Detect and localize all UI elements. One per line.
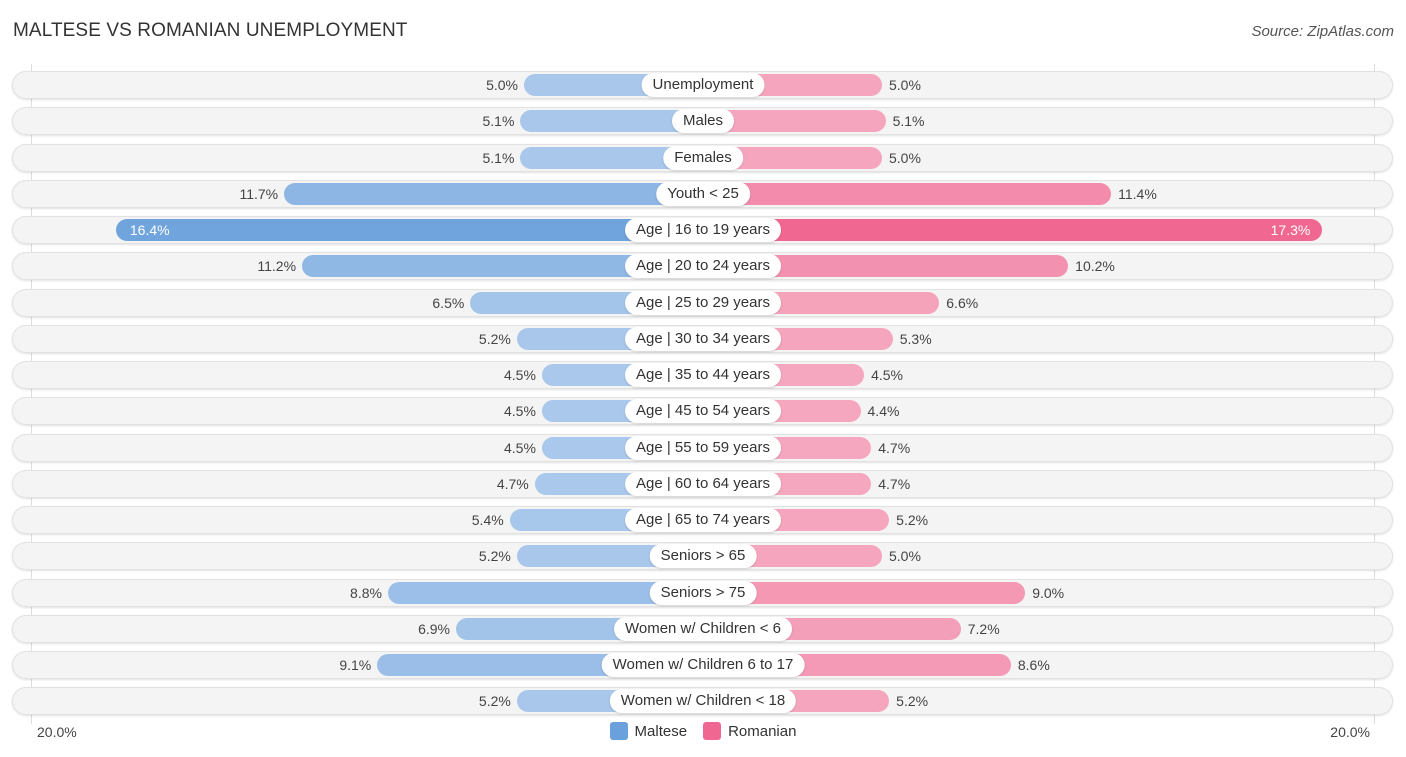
- value-label-maltese: 5.2%: [478, 330, 511, 347]
- category-label: Age | 30 to 34 years: [625, 326, 781, 351]
- value-label-romanian: 7.2%: [967, 620, 1000, 637]
- value-label-maltese: 5.2%: [478, 693, 511, 710]
- value-label-maltese: 6.5%: [432, 294, 465, 311]
- category-label: Females: [663, 145, 743, 170]
- legend-swatch-romanian: [703, 722, 722, 740]
- bar-maltese[interactable]: [115, 219, 703, 241]
- value-label-romanian: 4.7%: [878, 475, 911, 492]
- value-label-maltese: 11.2%: [257, 258, 297, 275]
- value-label-romanian: 4.7%: [878, 439, 911, 456]
- value-label-maltese: 4.5%: [503, 367, 536, 383]
- category-label: Women w/ Children < 6: [613, 616, 793, 641]
- category-label: Age | 55 to 59 years: [625, 435, 781, 460]
- legend-item-maltese[interactable]: Maltese: [609, 722, 688, 740]
- legend-item-romanian[interactable]: Romanian: [703, 722, 796, 740]
- value-label-maltese: 5.1%: [482, 149, 515, 166]
- value-label-maltese: 5.2%: [478, 548, 511, 565]
- value-label-maltese: 9.1%: [339, 657, 372, 673]
- value-label-maltese: 5.4%: [471, 512, 504, 528]
- category-label: Unemployment: [641, 73, 765, 97]
- value-label-romanian: 8.6%: [1017, 657, 1050, 673]
- legend: Maltese Romanian: [0, 722, 1406, 740]
- category-label: Age | 65 to 74 years: [625, 508, 781, 532]
- value-label-romanian: 5.0%: [889, 149, 921, 166]
- value-label-maltese: 11.7%: [239, 185, 279, 202]
- value-label-romanian: 17.3%: [1270, 222, 1311, 238]
- value-label-maltese: 4.5%: [503, 439, 536, 456]
- legend-swatch-maltese: [609, 722, 628, 740]
- category-label: Age | 60 to 64 years: [625, 471, 781, 496]
- category-label: Women w/ Children < 18: [609, 689, 797, 714]
- value-label-maltese: 6.9%: [418, 620, 450, 637]
- value-label-romanian: 5.0%: [889, 77, 921, 93]
- bar-romanian[interactable]: [703, 182, 1112, 205]
- value-label-romanian: 11.4%: [1118, 185, 1157, 202]
- value-label-maltese: 4.7%: [496, 475, 529, 492]
- category-label: Seniors > 65: [649, 544, 757, 569]
- value-label-maltese: 8.8%: [350, 584, 382, 601]
- value-label-maltese: 5.0%: [486, 77, 518, 93]
- value-label-maltese: 5.1%: [482, 113, 515, 130]
- legend-label-romanian: Romanian: [728, 722, 797, 740]
- source-label: Source: ZipAtlas.com: [1251, 23, 1394, 40]
- bar-maltese[interactable]: [284, 182, 703, 205]
- category-label: Age | 20 to 24 years: [625, 254, 781, 279]
- value-label-romanian: 5.0%: [889, 548, 921, 565]
- value-label-romanian: 9.0%: [1032, 584, 1065, 601]
- value-label-romanian: 6.6%: [946, 294, 979, 311]
- value-label-romanian: 5.2%: [896, 512, 929, 528]
- value-label-romanian: 5.3%: [899, 330, 932, 347]
- chart-title: MALTESE VS ROMANIAN UNEMPLOYMENT: [13, 20, 408, 41]
- category-label: Age | 25 to 29 years: [625, 290, 781, 315]
- value-label-romanian: 4.4%: [867, 403, 900, 420]
- category-label: Males: [671, 109, 735, 134]
- value-label-romanian: 5.1%: [892, 113, 925, 130]
- legend-label-maltese: Maltese: [634, 722, 688, 740]
- category-label: Age | 35 to 44 years: [625, 363, 781, 387]
- value-label-romanian: 10.2%: [1075, 258, 1115, 275]
- category-label: Youth < 25: [656, 181, 750, 206]
- bar-romanian[interactable]: [703, 219, 1323, 241]
- value-label-maltese: 16.4%: [129, 222, 170, 238]
- value-label-romanian: 5.2%: [896, 693, 929, 710]
- category-label: Age | 16 to 19 years: [625, 218, 781, 242]
- value-label-romanian: 4.5%: [871, 367, 904, 383]
- category-label: Age | 45 to 54 years: [625, 399, 781, 424]
- value-label-maltese: 4.5%: [503, 403, 536, 420]
- category-label: Women w/ Children 6 to 17: [601, 653, 805, 677]
- category-label: Seniors > 75: [649, 580, 757, 605]
